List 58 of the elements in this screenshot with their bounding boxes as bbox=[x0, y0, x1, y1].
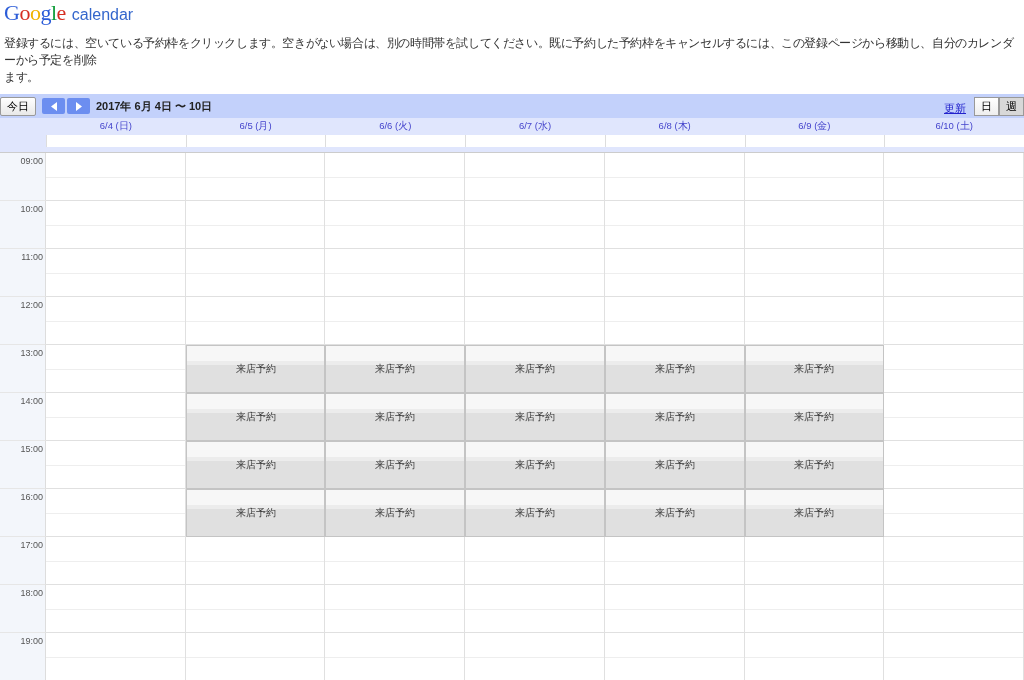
day-header[interactable]: 6/8 (木) bbox=[604, 118, 745, 134]
view-tab[interactable]: 週 bbox=[999, 96, 1024, 116]
time-label: 19:00 bbox=[0, 633, 46, 680]
booking-slot[interactable]: 来店予約 bbox=[744, 345, 885, 393]
booking-slot[interactable]: 来店予約 bbox=[744, 489, 885, 537]
booking-slot[interactable]: 来店予約 bbox=[604, 489, 745, 537]
all-day-cell[interactable] bbox=[325, 135, 466, 147]
booking-slot[interactable]: 来店予約 bbox=[744, 393, 885, 441]
today-button[interactable]: 今日 bbox=[0, 96, 36, 116]
day-header[interactable]: 6/6 (火) bbox=[325, 118, 466, 134]
booking-slot[interactable]: 来店予約 bbox=[465, 489, 605, 537]
time-label: 15:00 bbox=[0, 441, 46, 489]
day-header[interactable]: 6/10 (土) bbox=[884, 118, 1024, 134]
booking-slot[interactable]: 来店予約 bbox=[185, 489, 326, 537]
time-label: 18:00 bbox=[0, 585, 46, 633]
previous-button[interactable] bbox=[42, 98, 65, 114]
booking-slot[interactable]: 来店予約 bbox=[185, 393, 326, 441]
right-triangle-icon bbox=[74, 101, 83, 111]
day-header[interactable]: 6/9 (金) bbox=[744, 118, 885, 134]
time-label: 14:00 bbox=[0, 393, 46, 441]
booking-slot[interactable]: 来店予約 bbox=[465, 441, 605, 489]
booking-slot[interactable]: 来店予約 bbox=[325, 489, 466, 537]
booking-slot[interactable]: 来店予約 bbox=[325, 345, 466, 393]
booking-slot[interactable]: 来店予約 bbox=[465, 393, 605, 441]
day-header[interactable]: 6/4 (日) bbox=[46, 118, 186, 134]
time-label: 10:00 bbox=[0, 201, 46, 249]
time-label: 09:00 bbox=[0, 153, 46, 201]
time-label: 13:00 bbox=[0, 345, 46, 393]
booking-slot[interactable]: 来店予約 bbox=[604, 393, 745, 441]
instruction-text: 登録するには、空いている予約枠をクリックします。空きがない場合は、別の時間帯を試してください。既に予約した予約枠をキャンセルするには、この登録ページから移動し、自分のカレンダーから予定を削除 bbox=[4, 35, 1014, 68]
time-label: 17:00 bbox=[0, 537, 46, 585]
day-header[interactable]: 6/5 (月) bbox=[185, 118, 326, 134]
booking-slot[interactable]: 来店予約 bbox=[744, 441, 885, 489]
date-range: 2017年 6月 4日 〜 10日 bbox=[96, 98, 213, 114]
all-day-cell[interactable] bbox=[465, 135, 605, 147]
booking-slot[interactable]: 来店予約 bbox=[465, 345, 605, 393]
day-header[interactable]: 6/7 (水) bbox=[465, 118, 605, 134]
all-day-cell[interactable] bbox=[185, 135, 326, 147]
left-triangle-icon bbox=[49, 101, 58, 111]
instruction-text: ます。 bbox=[4, 69, 39, 85]
booking-slot[interactable]: 来店予約 bbox=[604, 345, 745, 393]
booking-slot[interactable]: 来店予約 bbox=[604, 441, 745, 489]
google-logo: Google bbox=[4, 2, 66, 24]
product-name: calendar bbox=[71, 6, 134, 24]
booking-slot[interactable]: 来店予約 bbox=[185, 345, 326, 393]
all-day-cell[interactable] bbox=[884, 135, 1024, 147]
all-day-cell[interactable] bbox=[46, 135, 186, 147]
view-tab[interactable]: 日 bbox=[974, 96, 999, 116]
all-day-cell[interactable] bbox=[604, 135, 745, 147]
time-label: 11:00 bbox=[0, 249, 46, 297]
time-label: 12:00 bbox=[0, 297, 46, 345]
time-label: 16:00 bbox=[0, 489, 46, 537]
booking-slot[interactable]: 来店予約 bbox=[325, 441, 466, 489]
booking-slot[interactable]: 来店予約 bbox=[185, 441, 326, 489]
all-day-cell[interactable] bbox=[744, 135, 885, 147]
booking-slot[interactable]: 来店予約 bbox=[325, 393, 466, 441]
next-button[interactable] bbox=[67, 98, 90, 114]
refresh-link[interactable]: 更新 bbox=[944, 100, 966, 116]
